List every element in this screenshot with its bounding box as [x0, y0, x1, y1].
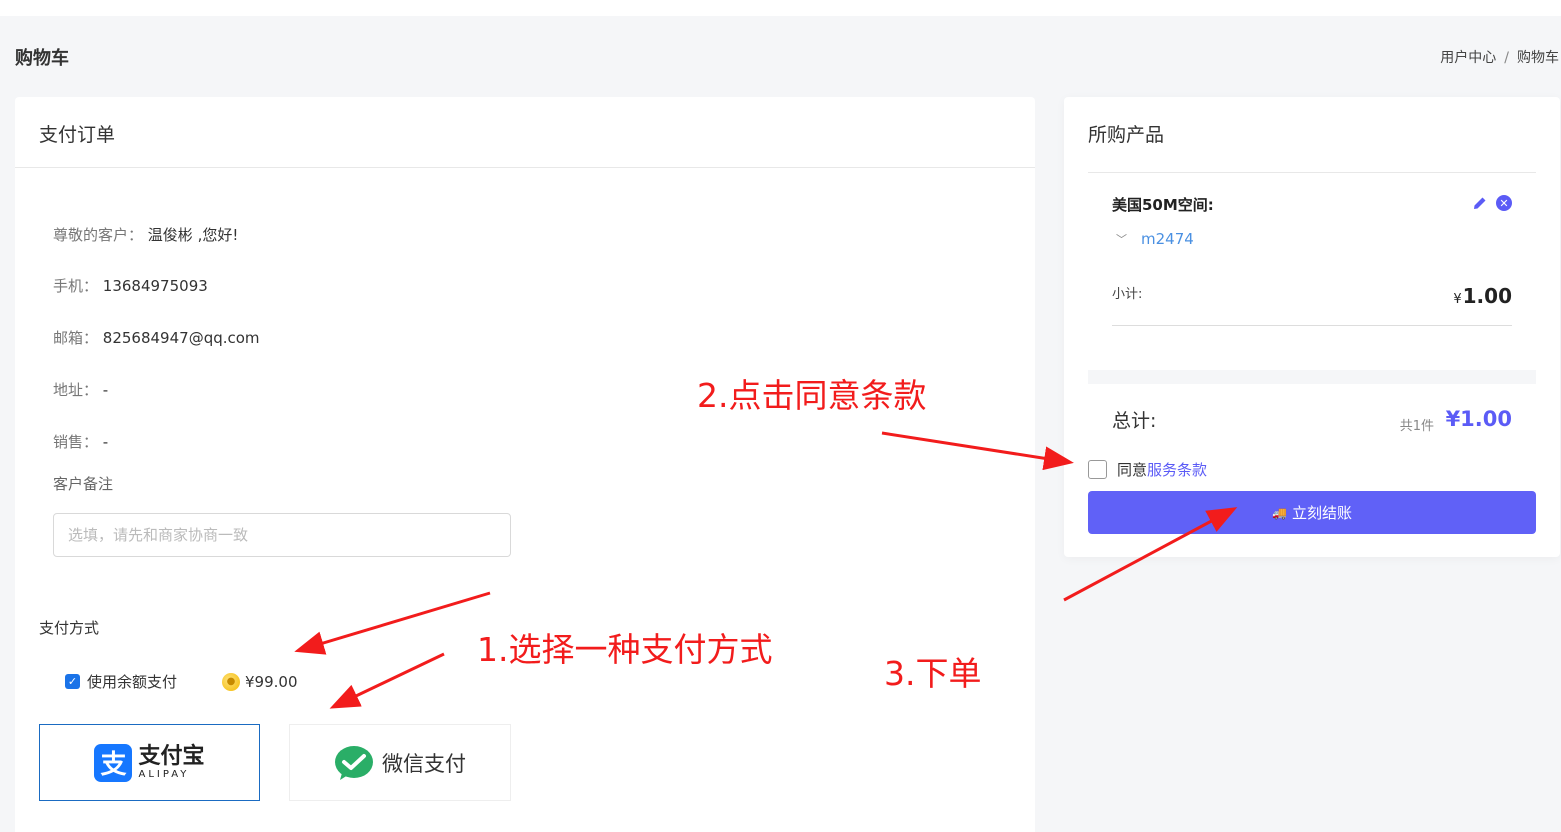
product-option[interactable]: ﹀ m2474 — [1116, 230, 1194, 248]
breadcrumb-cart: 购物车 — [1517, 50, 1559, 66]
total-value: ¥1.00 — [1445, 407, 1512, 431]
divider — [1112, 325, 1512, 326]
total-count: 共1件 — [1399, 419, 1434, 434]
annotation-step1: 1.选择一种支付方式 — [477, 630, 773, 669]
agree-terms-row: 同意 服务条款 — [1088, 459, 1207, 480]
order-card: 支付订单 尊敬的客户： 温俊彬 ,您好! 手机： 13684975093 邮箱：… — [15, 97, 1035, 832]
checkout-label: 立刻结账 — [1291, 504, 1352, 522]
product-name: 美国50M空间: — [1112, 196, 1214, 214]
close-circle-icon[interactable]: ✕ — [1496, 195, 1512, 211]
alipay-wordmark: 支付宝 ALIPAY — [138, 743, 205, 780]
order-card-title: 支付订单 — [15, 97, 1035, 168]
subtotal-value: ¥1.00 — [1453, 284, 1512, 308]
wechat-logo-icon — [335, 745, 373, 780]
pencil-icon[interactable] — [1472, 195, 1488, 211]
sales-row: 销售： - — [53, 431, 108, 452]
wechat-pay-label: 微信支付 — [382, 751, 466, 776]
agree-label: 同意 — [1117, 461, 1148, 479]
remark-input[interactable] — [53, 513, 511, 557]
balance-payment-row: ✓ 使用余额支付 ● ¥99.00 — [65, 671, 298, 692]
balance-value: ¥99.00 — [245, 672, 298, 691]
section-separator — [1088, 370, 1536, 384]
greeting-value: 温俊彬 ,您好! — [147, 226, 239, 244]
coin-icon: ● — [222, 672, 241, 691]
chevron-down-icon[interactable]: ﹀ — [1116, 231, 1127, 247]
address-row: 地址： - — [53, 379, 108, 400]
alipay-option[interactable]: 支 支付宝 ALIPAY — [39, 724, 260, 801]
greeting-label: 尊敬的客户： — [53, 226, 144, 244]
payment-method-title: 支付方式 — [39, 619, 100, 637]
cart-card-title: 所购产品 — [1088, 97, 1536, 173]
subtotal-amount: 1.00 — [1462, 284, 1512, 308]
top-bar — [0, 0, 1561, 16]
balance-checkbox[interactable]: ✓ — [65, 674, 80, 689]
email-row: 邮箱： 825684947@qq.com — [53, 327, 260, 348]
terms-link[interactable]: 服务条款 — [1147, 459, 1207, 480]
page-title: 购物车 — [15, 48, 69, 69]
alipay-cn-label: 支付宝 — [138, 743, 205, 769]
phone-row: 手机： 13684975093 — [53, 275, 208, 296]
sales-value: - — [102, 433, 109, 451]
balance-label[interactable]: 使用余额支付 — [87, 671, 177, 692]
breadcrumb: 用户中心 / 购物车 — [1440, 47, 1559, 67]
subtotal-label: 小计: — [1112, 287, 1143, 302]
phone-label: 手机： — [53, 277, 99, 295]
annotation-step2: 2.点击同意条款 — [697, 376, 927, 415]
truck-icon: 🚚 — [1272, 505, 1287, 520]
phone-value: 13684975093 — [102, 277, 208, 295]
email-label: 邮箱： — [53, 329, 99, 347]
subtotal-currency: ¥ — [1453, 292, 1462, 307]
breadcrumb-separator: / — [1504, 50, 1509, 66]
alipay-en-label: ALIPAY — [138, 768, 190, 780]
total-label: 总计: — [1112, 410, 1157, 432]
address-value: - — [102, 381, 109, 399]
annotation-step3: 3.下单 — [884, 654, 982, 693]
cart-card: 所购产品 美国50M空间: ✕ ﹀ m2474 小计: ¥1.00 总计: 共1… — [1064, 97, 1560, 557]
email-value: 825684947@qq.com — [102, 329, 260, 347]
checkout-button[interactable]: 🚚 立刻结账 — [1088, 491, 1536, 534]
agree-checkbox[interactable] — [1088, 460, 1107, 479]
address-label: 地址： — [53, 381, 99, 399]
product-option-value: m2474 — [1141, 230, 1194, 248]
remark-label: 客户备注 — [53, 475, 114, 493]
alipay-logo-icon: 支 — [94, 743, 133, 782]
wechat-pay-option[interactable]: 微信支付 — [289, 724, 511, 801]
sales-label: 销售： — [53, 433, 99, 451]
breadcrumb-user-center[interactable]: 用户中心 — [1440, 50, 1496, 66]
greeting-row: 尊敬的客户： 温俊彬 ,您好! — [53, 224, 238, 245]
